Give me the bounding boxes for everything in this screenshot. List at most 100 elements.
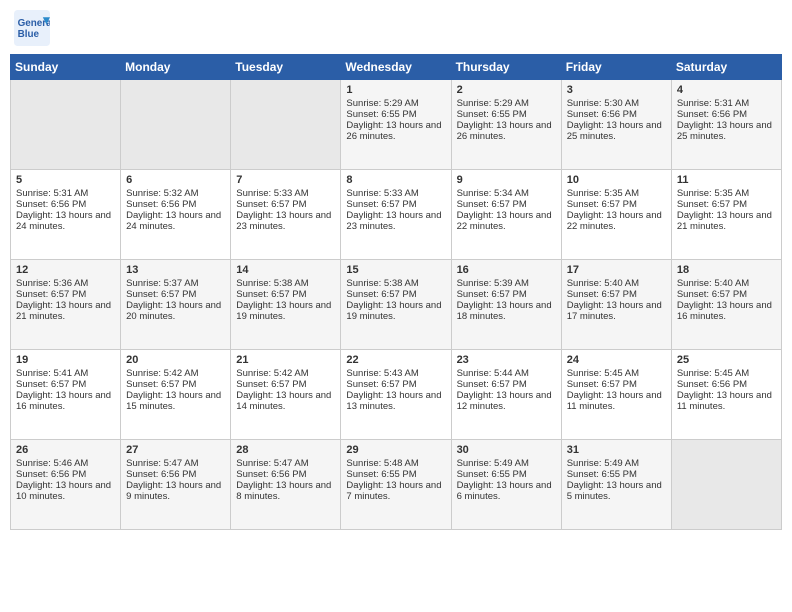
calendar-cell: 21Sunrise: 5:42 AMSunset: 6:57 PMDayligh… — [231, 350, 341, 440]
sunrise-text: Sunrise: 5:38 AM — [236, 278, 335, 289]
sunset-text: Sunset: 6:57 PM — [457, 289, 556, 300]
sunrise-text: Sunrise: 5:39 AM — [457, 278, 556, 289]
sunrise-text: Sunrise: 5:33 AM — [346, 188, 445, 199]
calendar-cell: 18Sunrise: 5:40 AMSunset: 6:57 PMDayligh… — [671, 260, 781, 350]
sunrise-text: Sunrise: 5:30 AM — [567, 98, 666, 109]
calendar-cell: 15Sunrise: 5:38 AMSunset: 6:57 PMDayligh… — [341, 260, 451, 350]
sunrise-text: Sunrise: 5:45 AM — [677, 368, 776, 379]
sunset-text: Sunset: 6:57 PM — [126, 289, 225, 300]
sunset-text: Sunset: 6:57 PM — [567, 289, 666, 300]
calendar-cell: 20Sunrise: 5:42 AMSunset: 6:57 PMDayligh… — [121, 350, 231, 440]
daylight-text: Daylight: 13 hours and 25 minutes. — [567, 120, 666, 142]
daylight-text: Daylight: 13 hours and 16 minutes. — [677, 300, 776, 322]
daylight-text: Daylight: 13 hours and 14 minutes. — [236, 390, 335, 412]
day-number: 12 — [16, 264, 115, 276]
calendar-cell: 26 Sunrise: 5:46 AMSunset: 6:56 PMDayligh… — [11, 440, 121, 530]
day-number: 9 — [457, 174, 556, 186]
calendar-cell: 5Sunrise: 5:31 AMSunset: 6:56 PMDaylight… — [11, 170, 121, 260]
day-number: 31 — [567, 444, 666, 456]
sunset-text: Sunset: 6:57 PM — [346, 379, 445, 390]
calendar-cell: 24Sunrise: 5:45 AMSunset: 6:57 PMDayligh… — [561, 350, 671, 440]
sunrise-text: Sunrise: 5:40 AM — [677, 278, 776, 289]
sunset-text: Sunset: 6:57 PM — [346, 289, 445, 300]
daylight-text: Daylight: 13 hours and 18 minutes. — [457, 300, 556, 322]
calendar-cell — [121, 80, 231, 170]
calendar-week-row: 1Sunrise: 5:29 AMSunset: 6:55 PMDaylight… — [11, 80, 782, 170]
calendar-cell — [11, 80, 121, 170]
daylight-text: Daylight: 13 hours and 22 minutes. — [457, 210, 556, 232]
daylight-text: Daylight: 13 hours and 5 minutes. — [567, 480, 666, 502]
daylight-text: Daylight: 13 hours and 26 minutes. — [346, 120, 445, 142]
sunset-text: Sunset: 6:55 PM — [346, 109, 445, 120]
daylight-text: Daylight: 13 hours and 6 minutes. — [457, 480, 556, 502]
day-number: 29 — [346, 444, 445, 456]
sunrise-text: Sunrise: 5:46 AM — [16, 458, 115, 469]
calendar-cell: 2Sunrise: 5:29 AMSunset: 6:55 PMDaylight… — [451, 80, 561, 170]
daylight-text: Daylight: 13 hours and 15 minutes. — [126, 390, 225, 412]
day-number: 15 — [346, 264, 445, 276]
sunrise-text: Sunrise: 5:34 AM — [457, 188, 556, 199]
sunset-text: Sunset: 6:57 PM — [677, 289, 776, 300]
sunrise-text: Sunrise: 5:31 AM — [677, 98, 776, 109]
daylight-text: Daylight: 13 hours and 19 minutes. — [236, 300, 335, 322]
day-number: 20 — [126, 354, 225, 366]
sunset-text: Sunset: 6:55 PM — [346, 469, 445, 480]
calendar-cell: 10Sunrise: 5:35 AMSunset: 6:57 PMDayligh… — [561, 170, 671, 260]
calendar-cell: 14Sunrise: 5:38 AMSunset: 6:57 PMDayligh… — [231, 260, 341, 350]
sunrise-text: Sunrise: 5:49 AM — [567, 458, 666, 469]
daylight-text: Daylight: 13 hours and 20 minutes. — [126, 300, 225, 322]
sunrise-text: Sunrise: 5:37 AM — [126, 278, 225, 289]
calendar-cell: 25Sunrise: 5:45 AMSunset: 6:56 PMDayligh… — [671, 350, 781, 440]
day-number: 3 — [567, 84, 666, 96]
calendar-cell: 12Sunrise: 5:36 AMSunset: 6:57 PMDayligh… — [11, 260, 121, 350]
day-number: 13 — [126, 264, 225, 276]
sunrise-text: Sunrise: 5:35 AM — [567, 188, 666, 199]
weekday-header-thursday: Thursday — [451, 55, 561, 80]
sunrise-text: Sunrise: 5:49 AM — [457, 458, 556, 469]
calendar-cell: 19Sunrise: 5:41 AMSunset: 6:57 PMDayligh… — [11, 350, 121, 440]
calendar-cell: 7Sunrise: 5:33 AMSunset: 6:57 PMDaylight… — [231, 170, 341, 260]
sunrise-text: Sunrise: 5:29 AM — [346, 98, 445, 109]
sunset-text: Sunset: 6:56 PM — [126, 199, 225, 210]
daylight-text: Daylight: 13 hours and 21 minutes. — [677, 210, 776, 232]
day-number: 5 — [16, 174, 115, 186]
calendar-cell: 8Sunrise: 5:33 AMSunset: 6:57 PMDaylight… — [341, 170, 451, 260]
day-number: 1 — [346, 84, 445, 96]
day-number: 19 — [16, 354, 115, 366]
daylight-text: Daylight: 13 hours and 8 minutes. — [236, 480, 335, 502]
sunrise-text: Sunrise: 5:48 AM — [346, 458, 445, 469]
day-number: 26 — [16, 444, 115, 456]
sunset-text: Sunset: 6:57 PM — [677, 199, 776, 210]
sunrise-text: Sunrise: 5:33 AM — [236, 188, 335, 199]
daylight-text: Daylight: 13 hours and 13 minutes. — [346, 390, 445, 412]
sunset-text: Sunset: 6:56 PM — [16, 469, 115, 480]
daylight-text: Daylight: 13 hours and 16 minutes. — [16, 390, 115, 412]
sunset-text: Sunset: 6:56 PM — [677, 379, 776, 390]
logo-icon: General Blue — [14, 10, 50, 46]
sunrise-text: Sunrise: 5:32 AM — [126, 188, 225, 199]
calendar-cell: 28Sunrise: 5:47 AMSunset: 6:56 PMDayligh… — [231, 440, 341, 530]
sunrise-text: Sunrise: 5:45 AM — [567, 368, 666, 379]
day-number: 23 — [457, 354, 556, 366]
weekday-header-saturday: Saturday — [671, 55, 781, 80]
calendar-cell: 9Sunrise: 5:34 AMSunset: 6:57 PMDaylight… — [451, 170, 561, 260]
daylight-text: Daylight: 13 hours and 22 minutes. — [567, 210, 666, 232]
weekday-header-monday: Monday — [121, 55, 231, 80]
calendar-cell: 11Sunrise: 5:35 AMSunset: 6:57 PMDayligh… — [671, 170, 781, 260]
day-number: 21 — [236, 354, 335, 366]
day-number: 25 — [677, 354, 776, 366]
daylight-text: Daylight: 13 hours and 10 minutes. — [16, 480, 115, 502]
logo: General Blue — [14, 10, 52, 46]
sunset-text: Sunset: 6:57 PM — [567, 199, 666, 210]
daylight-text: Daylight: 13 hours and 17 minutes. — [567, 300, 666, 322]
weekday-header-row: SundayMondayTuesdayWednesdayThursdayFrid… — [11, 55, 782, 80]
calendar-cell: 30Sunrise: 5:49 AMSunset: 6:55 PMDayligh… — [451, 440, 561, 530]
sunrise-text: Sunrise: 5:29 AM — [457, 98, 556, 109]
svg-text:Blue: Blue — [18, 29, 40, 40]
sunrise-text: Sunrise: 5:43 AM — [346, 368, 445, 379]
daylight-text: Daylight: 13 hours and 19 minutes. — [346, 300, 445, 322]
sunrise-text: Sunrise: 5:47 AM — [126, 458, 225, 469]
sunrise-text: Sunrise: 5:31 AM — [16, 188, 115, 199]
sunset-text: Sunset: 6:55 PM — [457, 109, 556, 120]
calendar-cell: 3Sunrise: 5:30 AMSunset: 6:56 PMDaylight… — [561, 80, 671, 170]
